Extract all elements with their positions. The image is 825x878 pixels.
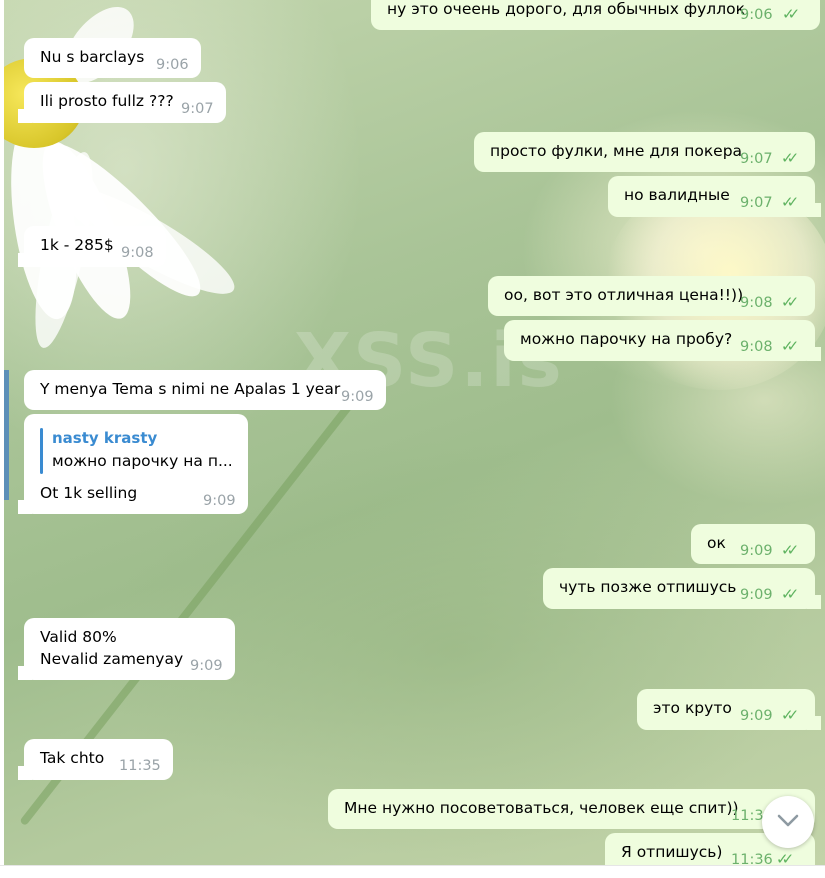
message-tail (18, 666, 32, 680)
message-incoming[interactable]: Ili prosto fullz ??? 9:07 (18, 82, 226, 123)
read-checkmarks-icon: ✓✓ (782, 5, 800, 23)
read-checkmarks-icon: ✓✓ (776, 850, 794, 865)
scroll-to-bottom-button[interactable] (762, 796, 814, 848)
message-incoming[interactable]: Nu s barclays 9:06 (24, 38, 201, 78)
input-area-edge (0, 865, 825, 878)
message-text-line: Nevalid zamenyay (40, 650, 184, 668)
message-time: 9:09 (740, 587, 773, 603)
message-tail (18, 253, 32, 267)
message-tail (18, 109, 32, 123)
message-outgoing[interactable]: но валидные 9:07 ✓✓ (608, 176, 821, 217)
message-time: 11:35 (119, 758, 161, 774)
message-outgoing[interactable]: можно парочку на пробу? 9:08 ✓✓ (504, 320, 821, 361)
message-time: 9:08 (740, 339, 773, 355)
message-time: 9:09 (190, 658, 223, 674)
message-text: можно парочку на пробу? (520, 330, 733, 348)
message-time: 9:07 (740, 151, 773, 167)
message-time: 9:08 (740, 295, 773, 311)
message-time: 9:09 (203, 493, 236, 509)
message-tail (18, 766, 32, 780)
message-text: 1k - 285$ (40, 236, 114, 254)
message-text: Ot 1k selling (40, 484, 138, 502)
message-time: 9:07 (181, 101, 214, 117)
message-time: 9:09 (341, 389, 374, 405)
message-text: но валидные (624, 186, 730, 204)
message-time: 9:08 (121, 245, 154, 261)
message-text: Ili prosto fullz ??? (40, 92, 174, 110)
message-text: Nu s barclays (40, 48, 145, 66)
chat-area[interactable]: XSS.is ну это очеень дорого, для обычных… (4, 0, 825, 865)
message-text: ну это очеень дорого, для обычных фуллок (387, 0, 745, 18)
message-outgoing[interactable]: ок 9:09 ✓✓ (691, 524, 815, 564)
message-tail (807, 595, 821, 609)
message-tail (807, 347, 821, 361)
message-outgoing[interactable]: это круто 9:09 ✓✓ (637, 689, 821, 730)
message-time: 9:09 (740, 708, 773, 724)
reply-author[interactable]: nasty krasty (52, 427, 157, 449)
message-text: чуть позже отпишусь (559, 578, 737, 596)
read-checkmarks-icon: ✓✓ (781, 149, 799, 167)
message-text: оо, вот это отличная цена!!)) (504, 286, 744, 304)
reply-preview[interactable]: можно парочку на п... (52, 450, 233, 472)
window-edge-accent (4, 370, 9, 500)
message-tail (807, 203, 821, 217)
chevron-down-icon (777, 814, 799, 827)
read-checkmarks-icon: ✓✓ (781, 337, 799, 355)
read-checkmarks-icon: ✓✓ (781, 541, 799, 559)
message-time: 9:07 (740, 195, 773, 211)
message-outgoing[interactable]: просто фулки, мне для покера 9:07 ✓✓ (474, 132, 815, 172)
message-text: Я отпишусь) (621, 843, 723, 861)
message-text: Tak chto (40, 749, 105, 767)
read-checkmarks-icon: ✓✓ (781, 706, 799, 724)
message-time: 11:36 (731, 852, 773, 865)
message-incoming[interactable]: Tak chto 11:35 (18, 739, 173, 780)
message-text: просто фулки, мне для покера (490, 142, 743, 160)
message-tail (807, 716, 821, 730)
message-text: Y menya Tema s nimi ne Apalas 1 year (40, 380, 341, 398)
message-incoming[interactable]: 1k - 285$ 9:08 (18, 226, 166, 267)
message-incoming-reply[interactable]: nasty krasty можно парочку на п... Ot 1k… (18, 414, 248, 514)
read-checkmarks-icon: ✓✓ (781, 193, 799, 211)
read-checkmarks-icon: ✓✓ (781, 585, 799, 603)
reply-quote-bar (40, 428, 43, 474)
message-text-line: Valid 80% (40, 628, 117, 646)
message-outgoing[interactable]: чуть позже отпишусь 9:09 ✓✓ (543, 568, 821, 609)
message-time: 9:06 (156, 57, 189, 73)
message-outgoing[interactable]: ну это очеень дорого, для обычных фуллок… (371, 0, 820, 30)
message-text: ок (707, 534, 726, 552)
message-time: 9:09 (740, 543, 773, 559)
message-tail (18, 500, 32, 514)
message-incoming[interactable]: Y menya Tema s nimi ne Apalas 1 year 9:0… (24, 370, 386, 410)
message-text: Мне нужно посоветоваться, человек еще сп… (344, 799, 739, 817)
read-checkmarks-icon: ✓✓ (781, 293, 799, 311)
message-time: 9:06 (740, 7, 773, 23)
message-outgoing[interactable]: оо, вот это отличная цена!!)) 9:08 ✓✓ (488, 276, 815, 316)
message-outgoing[interactable]: Мне нужно посоветоваться, человек еще сп… (328, 789, 815, 829)
message-text: это круто (653, 699, 732, 717)
message-incoming[interactable]: Valid 80% Nevalid zamenyay 9:09 (18, 618, 235, 680)
